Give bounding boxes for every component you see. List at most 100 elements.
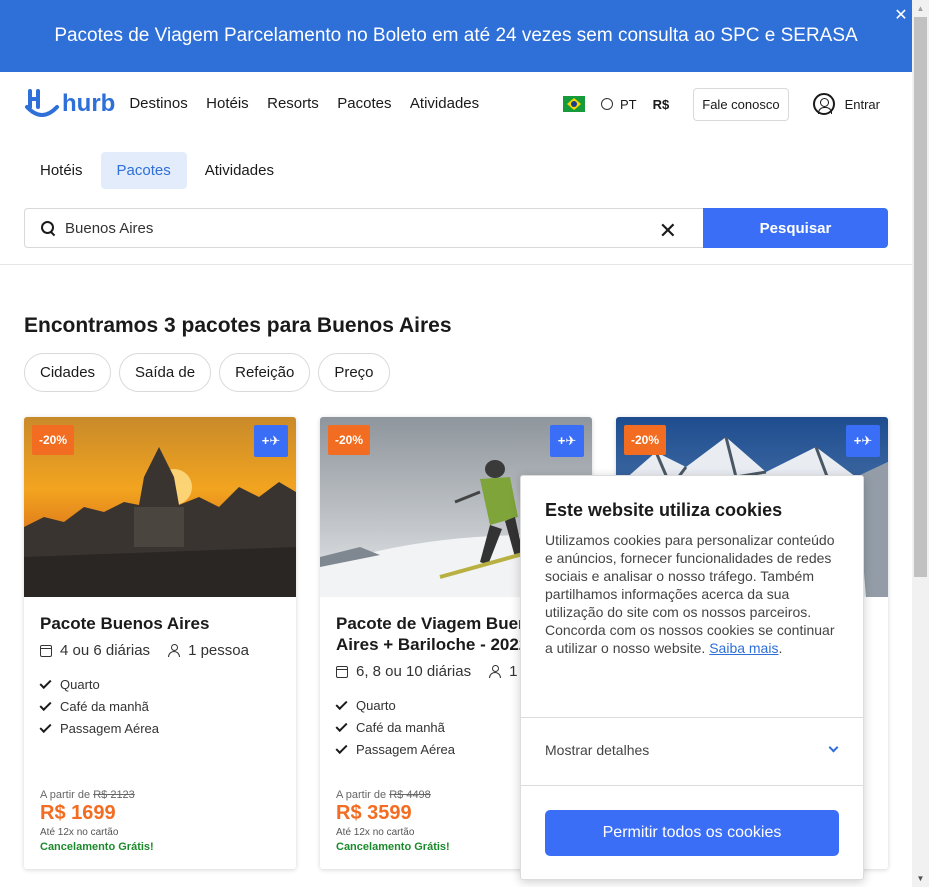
nav-pacotes[interactable]: Pacotes	[337, 95, 391, 112]
scrollbar[interactable]: ▲ ▼	[912, 0, 929, 887]
tab-atividades[interactable]: Atividades	[189, 152, 290, 189]
plus-flight-icon[interactable]: +✈	[254, 425, 288, 457]
check-icon	[335, 719, 348, 733]
search-input[interactable]	[65, 219, 625, 237]
price-block: A partir de R$ 2123 R$ 1699 Até 12x no c…	[40, 789, 154, 853]
old-price: R$ 2123	[93, 789, 135, 801]
installments-text: Até 12x no cartão	[336, 827, 415, 838]
logo-text: hurb	[62, 90, 116, 117]
search-bar: ✕	[24, 208, 703, 248]
package-nights: 6, 8 ou 10 diárias	[356, 663, 472, 680]
price-block: A partir de R$ 4498 R$ 3599 Até 12x no c…	[336, 789, 450, 853]
results-title: Encontramos 3 pacotes para Buenos Aires	[24, 314, 452, 337]
feature-label: Quarto	[356, 698, 396, 713]
globe-icon	[601, 98, 614, 110]
cookie-divider	[521, 717, 863, 718]
cookie-title: Este website utiliza cookies	[545, 500, 783, 520]
hurb-logo[interactable]: hurb	[24, 87, 115, 121]
hurb-logo-icon	[25, 89, 59, 117]
login-label: Entrar	[844, 96, 880, 112]
site-header: hurb Destinos Hotéis Resorts Pacotes Ati…	[24, 84, 888, 124]
page: Pacotes de Viagem Parcelamento no Boleto…	[0, 0, 929, 887]
feature-label: Quarto	[60, 677, 100, 692]
person-icon	[489, 665, 502, 678]
nav-atividades[interactable]: Atividades	[410, 95, 479, 112]
package-people: 1 pessoa	[188, 642, 249, 659]
check-icon	[39, 676, 52, 690]
search-tabs: Hotéis Pacotes Atividades	[24, 152, 292, 189]
plus-flight-icon[interactable]: +✈	[846, 425, 880, 457]
person-icon	[168, 644, 181, 657]
close-icon[interactable]: ✕	[890, 4, 912, 26]
from-price-line: A partir de R$ 4498	[336, 789, 450, 801]
cookie-consent-dialog: Este website utiliza cookies Utilizamos …	[520, 475, 864, 880]
main-nav: Destinos Hotéis Resorts Pacotes Atividad…	[129, 95, 493, 113]
calendar-icon	[336, 665, 348, 678]
learn-more-link[interactable]: Saiba mais	[709, 640, 778, 656]
show-details-toggle[interactable]: Mostrar detalhes	[545, 742, 649, 758]
user-icon	[812, 93, 835, 115]
currency-selector[interactable]: R$	[653, 97, 670, 112]
filter-refeicao[interactable]: Refeição	[219, 353, 311, 392]
cookie-divider	[521, 785, 863, 786]
scrollbar-thumb[interactable]	[914, 17, 927, 577]
cookie-body: Utilizamos cookies para personalizar con…	[545, 532, 835, 656]
package-meta: 4 ou 6 diárias 1 pessoa	[40, 642, 280, 659]
filter-cidades[interactable]: Cidades	[24, 353, 112, 392]
check-icon	[39, 698, 52, 712]
calendar-icon	[40, 644, 52, 657]
package-card[interactable]: -20% +✈ Pacote Buenos Aires 4 ou 6 diári…	[24, 417, 296, 869]
header-actions: PT R$ Fale conosco Entrar	[563, 84, 888, 124]
feature-label: Passagem Aérea	[356, 742, 456, 757]
flag-circle	[571, 101, 578, 107]
filter-chips: Cidades Saída de Refeição Preço	[24, 353, 398, 392]
package-nights: 4 ou 6 diárias	[60, 642, 151, 659]
old-price: R$ 4498	[389, 789, 431, 801]
current-price: R$ 1699	[40, 802, 116, 824]
promo-banner[interactable]: Pacotes de Viagem Parcelamento no Boleto…	[0, 0, 912, 72]
feature-item: Passagem Aérea	[39, 720, 280, 736]
chevron-down-icon[interactable]	[828, 742, 839, 753]
nav-resorts[interactable]: Resorts	[267, 95, 319, 112]
scroll-up-icon[interactable]: ▲	[912, 0, 929, 17]
free-cancellation: Cancelamento Grátis!	[40, 841, 154, 853]
check-icon	[39, 720, 52, 734]
feature-label: Passagem Aérea	[60, 721, 160, 736]
allow-all-cookies-button[interactable]: Permitir todos os cookies	[545, 810, 839, 856]
installments-text: Até 12x no cartão	[40, 827, 119, 838]
cookie-body-text: Utilizamos cookies para personalizar con…	[545, 532, 835, 656]
search-button[interactable]: Pesquisar	[703, 208, 888, 248]
clear-icon[interactable]: ✕	[659, 218, 677, 244]
from-label: A partir de	[40, 789, 91, 801]
promo-banner-text: Pacotes de Viagem Parcelamento no Boleto…	[54, 25, 858, 46]
check-icon	[335, 697, 348, 711]
feature-label: Café da manhã	[60, 699, 149, 714]
nav-destinos[interactable]: Destinos	[129, 95, 187, 112]
language-selector[interactable]: PT	[601, 97, 637, 112]
nav-hoteis[interactable]: Hotéis	[206, 95, 249, 112]
search-icon	[41, 221, 55, 235]
feature-item: Café da manhã	[39, 698, 280, 714]
login-button[interactable]: Entrar	[812, 93, 880, 115]
tab-hoteis[interactable]: Hotéis	[24, 152, 99, 189]
language-label: PT	[620, 96, 637, 112]
discount-badge: -20%	[32, 425, 75, 455]
feature-label: Café da manhã	[356, 720, 445, 735]
plus-flight-icon[interactable]: +✈	[550, 425, 584, 457]
discount-badge: -20%	[328, 425, 371, 455]
package-title[interactable]: Pacote Buenos Aires	[40, 613, 280, 634]
contact-button[interactable]: Fale conosco	[693, 87, 789, 121]
from-price-line: A partir de R$ 2123	[40, 789, 154, 801]
tab-pacotes[interactable]: Pacotes	[100, 152, 187, 189]
feature-item: Quarto	[39, 676, 280, 692]
from-label: A partir de	[336, 789, 387, 801]
package-image-buenos-aires[interactable]: -20% +✈	[24, 417, 296, 597]
package-features: Quarto Café da manhã Passagem Aérea	[39, 676, 280, 736]
discount-badge: -20%	[624, 425, 667, 455]
scroll-down-icon[interactable]: ▼	[912, 870, 929, 887]
header-divider	[0, 264, 912, 265]
check-icon	[335, 741, 348, 755]
filter-preco[interactable]: Preço	[318, 353, 390, 392]
filter-saida[interactable]: Saída de	[119, 353, 212, 392]
brazil-flag-icon[interactable]	[563, 96, 586, 112]
